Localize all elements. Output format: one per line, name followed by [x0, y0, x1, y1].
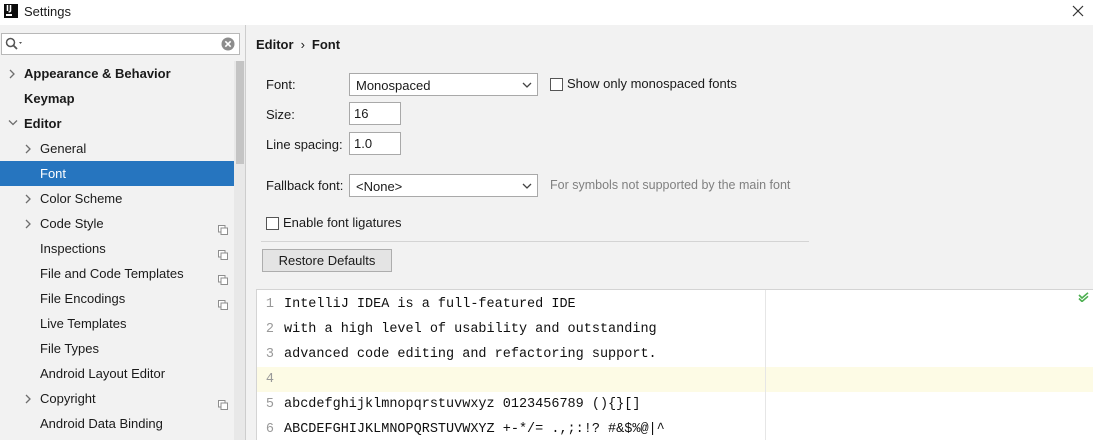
- font-settings-panel: Editor › Font Font: Monospaced Show only m…: [247, 25, 1093, 440]
- sidebar-item-editor[interactable]: Editor: [0, 111, 234, 136]
- chevron-right-icon[interactable]: [24, 211, 36, 236]
- project-scope-icon: [218, 218, 228, 235]
- sidebar-item-live-templates[interactable]: Live Templates: [0, 311, 234, 336]
- sidebar-item-inspections[interactable]: Inspections: [0, 236, 234, 261]
- chevron-right-icon[interactable]: [24, 136, 36, 161]
- sidebar-item-code-style[interactable]: Code Style: [0, 211, 234, 236]
- preview-line[interactable]: 5 abcdefghijklmnopqrstuvwxyz 0123456789 (…: [257, 392, 1093, 417]
- font-label: Font:: [266, 77, 296, 92]
- sidebar-item-android-layout-editor[interactable]: Android Layout Editor: [0, 361, 234, 386]
- sidebar-item-label: Android Layout Editor: [40, 366, 166, 381]
- fallback-font-label: Fallback font:: [266, 178, 344, 193]
- line-number: 2: [265, 322, 274, 337]
- preview-line[interactable]: 3 advanced code editing and refactoring s…: [257, 342, 1093, 367]
- sidebar-item-label: Copyright: [40, 391, 96, 406]
- clear-search-icon[interactable]: [221, 37, 235, 51]
- line-number: 4: [265, 372, 274, 387]
- chevron-right-icon[interactable]: [8, 61, 20, 86]
- sidebar-item-file-types[interactable]: File Types: [0, 336, 234, 361]
- line-spacing-label: Line spacing:: [266, 137, 343, 152]
- close-icon: [1072, 5, 1084, 17]
- preview-line-text: ABCDEFGHIJKLMNOPQRSTUVWXYZ +-*/= .,;:!? …: [284, 422, 665, 437]
- project-scope-icon: [218, 393, 228, 410]
- fallback-font-hint: For symbols not supported by the main fo…: [550, 178, 791, 192]
- breadcrumb: Editor › Font: [256, 37, 340, 52]
- chevron-right-icon[interactable]: [24, 186, 36, 211]
- chevron-down-icon: [522, 82, 532, 88]
- sidebar-item-label: Editor: [24, 116, 62, 131]
- preview-line[interactable]: 2 with a high level of usability and outs…: [257, 317, 1093, 342]
- sidebar-item-label: General: [40, 141, 87, 156]
- sidebar-item-android-data-binding[interactable]: Android Data Binding: [0, 411, 234, 436]
- sidebar-item-label: Color Scheme: [40, 191, 123, 206]
- project-scope-icon: [218, 293, 228, 310]
- sidebar-item-appearance-behavior[interactable]: Appearance & Behavior: [0, 61, 234, 86]
- sidebar-item-file-and-code-templates[interactable]: File and Code Templates: [0, 261, 234, 286]
- chevron-right-icon[interactable]: [24, 386, 36, 411]
- project-scope-icon: [218, 243, 228, 260]
- chevron-down-icon[interactable]: [8, 111, 20, 136]
- intellij-app-icon: IJ: [4, 4, 18, 18]
- sidebar-item-label: Android Data Binding: [40, 416, 163, 431]
- sidebar-item-label: File Types: [40, 341, 100, 356]
- preview-line[interactable]: 4: [257, 367, 1093, 392]
- line-number: 5: [265, 397, 274, 412]
- divider: [261, 241, 809, 242]
- sidebar-item-general[interactable]: General: [0, 136, 234, 161]
- search-input[interactable]: [28, 36, 218, 52]
- line-spacing-input[interactable]: [349, 132, 401, 155]
- app-icon-text: IJ: [6, 4, 12, 13]
- font-preview-editor[interactable]: 6 ABCDEFGHIJKLMNOPQRSTUVWXYZ +-*/= .,;:!?…: [256, 289, 1093, 440]
- preview-line-text: advanced code editing and refactoring su…: [284, 347, 657, 362]
- sidebar-scrollbar[interactable]: [236, 61, 244, 164]
- line-number: 6: [265, 422, 274, 437]
- sidebar-item-label: File Encodings: [40, 291, 126, 306]
- enable-ligatures-checkbox[interactable]: [266, 217, 279, 230]
- preview-line[interactable]: 6 ABCDEFGHIJKLMNOPQRSTUVWXYZ +-*/= .,;:!?…: [257, 417, 1093, 440]
- settings-sidebar: Appearance & Behavior Keymap Editor General…: [0, 25, 246, 440]
- settings-search-box[interactable]: [1, 33, 240, 55]
- show-monospaced-checkbox[interactable]: [550, 78, 563, 91]
- sidebar-item-copyright[interactable]: Copyright: [0, 386, 234, 411]
- line-number: 3: [265, 347, 274, 362]
- preview-line-text: IntelliJ IDEA is a full-featured IDE: [284, 297, 576, 312]
- preview-line[interactable]: 1 IntelliJ IDEA is a full-featured IDE: [257, 292, 1093, 317]
- window-title: Settings: [24, 4, 71, 19]
- sidebar-item-label: Font: [40, 166, 67, 181]
- settings-tree: Appearance & Behavior Keymap Editor General…: [0, 61, 234, 436]
- breadcrumb-current: Font: [311, 37, 341, 52]
- sidebar-item-font[interactable]: Font: [0, 161, 234, 186]
- fallback-font-dropdown[interactable]: <None>: [349, 174, 538, 197]
- right-margin-guide: [765, 290, 766, 440]
- sidebar-item-keymap[interactable]: Keymap: [0, 86, 234, 111]
- breadcrumb-parent: Editor: [256, 37, 294, 52]
- fallback-font-value: <None>: [356, 179, 403, 194]
- sidebar-item-label: Inspections: [40, 241, 106, 256]
- sidebar-item-label: Keymap: [24, 91, 75, 106]
- sidebar-item-label: File and Code Templates: [40, 266, 184, 281]
- breadcrumb-separator: ›: [300, 37, 305, 52]
- search-icon: [5, 37, 22, 50]
- title-bar: IJ Settings: [0, 0, 1093, 25]
- sidebar-item-label: Code Style: [40, 216, 104, 231]
- enable-ligatures-label: Enable font ligatures: [283, 215, 402, 230]
- font-dropdown-value: Monospaced: [356, 78, 431, 93]
- preview-line-text: with a high level of usability and outst…: [284, 322, 657, 337]
- inspection-ok-icon: [1078, 292, 1089, 302]
- sidebar-item-label: Appearance & Behavior: [24, 66, 171, 81]
- line-number: 1: [265, 297, 274, 312]
- chevron-down-icon: [522, 183, 532, 189]
- sidebar-item-color-scheme[interactable]: Color Scheme: [0, 186, 234, 211]
- sidebar-item-label: Live Templates: [40, 316, 127, 331]
- size-input[interactable]: [349, 102, 401, 125]
- font-dropdown[interactable]: Monospaced: [349, 73, 538, 96]
- sidebar-item-file-encodings[interactable]: File Encodings: [0, 286, 234, 311]
- preview-line-text: abcdefghijklmnopqrstuvwxyz 0123456789 ()…: [284, 397, 641, 412]
- project-scope-icon: [218, 268, 228, 285]
- show-monospaced-label: Show only monospaced fonts: [567, 76, 737, 91]
- size-label: Size:: [266, 107, 295, 122]
- restore-defaults-button[interactable]: Restore Defaults: [262, 249, 392, 272]
- close-button[interactable]: [1065, 0, 1093, 25]
